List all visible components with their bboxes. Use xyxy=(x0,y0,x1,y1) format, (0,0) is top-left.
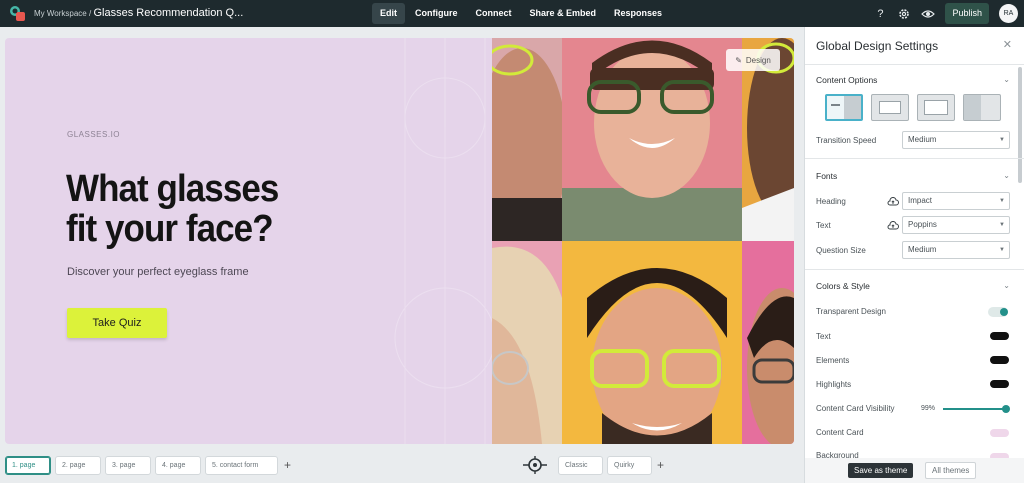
fonts-header[interactable]: Fonts xyxy=(816,171,837,181)
text-color-label: Text xyxy=(816,332,831,341)
panel-title: Global Design Settings xyxy=(816,39,939,53)
panel-scrollbar[interactable] xyxy=(1018,67,1022,183)
question-size-label: Question Size xyxy=(816,246,866,255)
avatar[interactable]: RA xyxy=(999,4,1018,23)
layout-split-right[interactable] xyxy=(963,94,1001,121)
design-settings-panel: Global Design Settings ✕ Content Options… xyxy=(804,27,1024,483)
caret-down-icon: ▼ xyxy=(999,222,1005,228)
card-visibility-label: Content Card Visibility xyxy=(816,404,895,413)
transparent-design-toggle[interactable] xyxy=(988,307,1008,317)
top-bar: My Workspace / Glasses Recommendation Q.… xyxy=(0,0,1024,27)
add-theme-icon[interactable]: + xyxy=(657,458,664,472)
chevron-down-icon[interactable]: ⌄ xyxy=(1003,281,1010,290)
nav-edit[interactable]: Edit xyxy=(372,3,405,24)
elements-color-label: Elements xyxy=(816,356,850,365)
layout-options xyxy=(825,94,1001,121)
caret-down-icon: ▼ xyxy=(999,198,1005,204)
transition-speed-select[interactable]: Medium ▼ xyxy=(902,131,1010,149)
transition-speed-label: Transition Speed xyxy=(816,136,877,145)
nav-connect[interactable]: Connect xyxy=(468,3,520,24)
caret-down-icon: ▼ xyxy=(999,247,1005,253)
text-font-value: Poppins xyxy=(908,220,937,229)
question-size-select[interactable]: Medium ▼ xyxy=(902,241,1010,259)
subheadline[interactable]: Discover your perfect eyeglass frame xyxy=(67,266,249,278)
preview-eye-icon[interactable] xyxy=(921,7,936,21)
page-title[interactable]: What glasses fit your face? xyxy=(66,168,279,250)
breadcrumb-workspace[interactable]: My Workspace xyxy=(34,9,87,18)
help-icon[interactable]: ? xyxy=(873,7,887,21)
cloud-upload-icon[interactable] xyxy=(887,221,899,231)
nav-responses[interactable]: Responses xyxy=(606,3,670,24)
gear-icon[interactable] xyxy=(897,7,911,21)
headline-line-1: What glasses xyxy=(66,168,279,210)
main-nav: Edit Configure Connect Share & Embed Res… xyxy=(372,3,670,24)
nav-share-embed[interactable]: Share & Embed xyxy=(522,3,605,24)
content-card-swatch[interactable] xyxy=(990,429,1009,437)
add-page-icon[interactable]: + xyxy=(284,458,291,472)
card-visibility-slider-track[interactable] xyxy=(943,408,1007,410)
highlights-color-label: Highlights xyxy=(816,380,852,389)
caret-down-icon: ▼ xyxy=(999,137,1005,143)
chevron-down-icon[interactable]: ⌄ xyxy=(1003,75,1010,84)
content-card-label: Content Card xyxy=(816,428,864,437)
background-pattern xyxy=(394,38,495,444)
design-button-label: Design xyxy=(745,55,771,65)
breadcrumb-separator: / xyxy=(89,9,92,18)
divider xyxy=(805,158,1024,159)
heading-font-value: Impact xyxy=(908,196,933,205)
text-font-label: Text xyxy=(816,221,831,230)
cloud-upload-icon[interactable] xyxy=(887,197,899,207)
theme-tabs: Classic Quirky xyxy=(558,456,652,475)
nav-configure[interactable]: Configure xyxy=(407,3,466,24)
brush-icon: ✎ xyxy=(735,55,742,65)
card-visibility-value: 99% xyxy=(921,405,936,412)
card-visibility-slider-handle[interactable] xyxy=(1002,405,1010,413)
chevron-down-icon[interactable]: ⌄ xyxy=(1003,171,1010,180)
page-tab-4[interactable]: 4. page xyxy=(155,456,201,475)
layout-card-framed[interactable] xyxy=(917,94,955,121)
page-tabs: 1. page 2. page 3. page 4. page 5. conta… xyxy=(5,456,278,475)
divider xyxy=(805,269,1024,270)
save-as-theme-button[interactable]: Save as theme xyxy=(848,463,914,478)
content-options-header[interactable]: Content Options xyxy=(816,75,877,85)
app-logo-icon[interactable] xyxy=(9,5,26,22)
question-size-value: Medium xyxy=(908,245,937,254)
close-icon[interactable]: ✕ xyxy=(1003,38,1012,51)
quiz-canvas[interactable]: GLASSES.IO What glasses fit your face? D… xyxy=(5,38,794,444)
transparent-design-label: Transparent Design xyxy=(816,307,886,316)
heading-font-label: Heading xyxy=(816,197,846,206)
logic-flow-icon[interactable] xyxy=(522,455,548,475)
heading-font-select[interactable]: Impact ▼ xyxy=(902,192,1010,210)
design-button[interactable]: ✎ Design xyxy=(726,49,780,71)
layout-card-center[interactable] xyxy=(871,94,909,121)
take-quiz-button[interactable]: Take Quiz xyxy=(67,308,167,338)
page-tab-3[interactable]: 3. page xyxy=(105,456,151,475)
headline-line-2: fit your face? xyxy=(66,208,274,250)
topbar-actions: ? Publish RA xyxy=(873,2,1018,25)
publish-button[interactable]: Publish xyxy=(945,3,989,24)
elements-color-swatch[interactable] xyxy=(990,356,1009,364)
theme-classic[interactable]: Classic xyxy=(558,456,603,475)
divider xyxy=(805,64,1024,65)
layout-split-left[interactable] xyxy=(825,94,863,121)
page-tab-5[interactable]: 5. contact form xyxy=(205,456,278,475)
page-tab-1[interactable]: 1. page xyxy=(5,456,51,475)
theme-quirky[interactable]: Quirky xyxy=(607,456,652,475)
text-font-select[interactable]: Poppins ▼ xyxy=(902,216,1010,234)
all-themes-button[interactable]: All themes xyxy=(925,462,977,479)
project-title[interactable]: Glasses Recommendation Q... xyxy=(93,7,243,19)
transition-speed-value: Medium xyxy=(908,135,937,144)
highlights-color-swatch[interactable] xyxy=(990,380,1009,388)
hero-photo-collage xyxy=(492,38,794,444)
colors-style-header[interactable]: Colors & Style xyxy=(816,281,870,291)
text-color-swatch[interactable] xyxy=(990,332,1009,340)
panel-footer xyxy=(805,458,1024,483)
breadcrumb: My Workspace / Glasses Recommendation Q.… xyxy=(34,7,243,19)
page-tab-2[interactable]: 2. page xyxy=(55,456,101,475)
brand-name: GLASSES.IO xyxy=(67,130,121,139)
